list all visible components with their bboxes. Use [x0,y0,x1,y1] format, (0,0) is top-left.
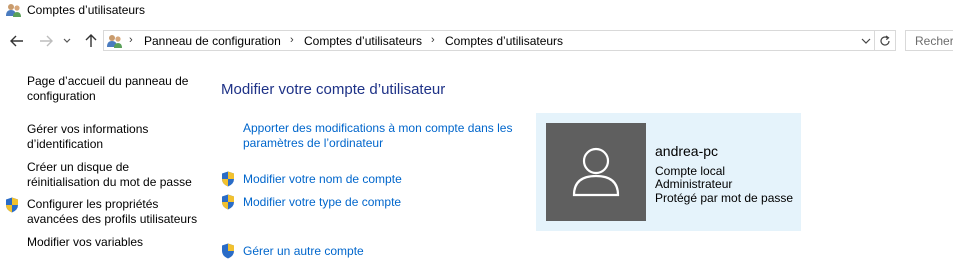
uac-shield-icon [221,194,235,210]
task-link-change-account-type[interactable]: Modifier votre type de compte [243,195,401,210]
sidebar-link-password-reset-disk[interactable]: Créer un disque de réinitialisation du m… [27,160,192,190]
window-title: Comptes d’utilisateurs [27,3,146,17]
sidebar-link-advanced-profiles[interactable]: Configurer les propriétés avancées des p… [27,197,197,227]
sidebar-link-line: Créer un disque de [27,160,130,174]
search-input[interactable]: Recher [905,30,953,51]
account-type: Compte local [655,164,726,178]
breadcrumb-user-accounts[interactable]: Comptes d’utilisateurs [304,34,422,48]
avatar [546,123,646,221]
sidebar-link-environment-variables[interactable]: Modifier vos variables [27,235,143,250]
page-title: Modifier votre compte d’utilisateur [221,81,446,98]
account-card: andrea-pc Compte local Administrateur Pr… [536,113,801,231]
sidebar-link-control-panel-home[interactable]: Page d’accueil du panneau de configurati… [27,74,188,104]
task-link-line: Apporter des modifications à mon compte … [243,121,513,135]
sidebar-link-line: Modifier vos variables [27,235,144,249]
breadcrumb-separator[interactable]: › [290,34,294,46]
user-icon [571,145,621,200]
control-panel-icon [107,33,123,49]
account-role: Administrateur [655,177,733,191]
uac-shield-icon [221,171,235,187]
sidebar-link-line: avancées des profils utilisateurs [27,212,198,226]
search-placeholder: Recher [915,34,953,48]
arrow-right-icon[interactable] [37,31,55,51]
title-bar: Comptes d’utilisateurs [0,0,953,22]
breadcrumb-separator[interactable]: › [129,34,133,46]
sidebar-link-manage-credentials[interactable]: Gérer vos informations d’identification [27,122,148,152]
task-link-line: paramètres de l’ordinateur [243,136,384,150]
users-icon [6,2,22,18]
sidebar-link-line: configuration [27,89,96,103]
sidebar-link-line: réinitialisation du mot de passe [27,175,192,189]
sidebar-link-line: Configurer les propriétés [27,197,159,211]
sidebar-link-line: d’identification [27,137,104,151]
navigation-bar: › Panneau de configuration › Comptes d’u… [0,28,953,54]
account-protection: Protégé par mot de passe [655,191,794,205]
breadcrumb-user-accounts-current[interactable]: Comptes d’utilisateurs [445,34,563,48]
address-bar[interactable]: › Panneau de configuration › Comptes d’u… [103,30,896,51]
breadcrumb-separator[interactable]: › [431,34,435,46]
chevron-down-icon[interactable] [61,31,73,51]
task-link-change-account-name[interactable]: Modifier votre nom de compte [243,172,402,187]
uac-shield-icon [5,197,19,213]
arrow-left-icon[interactable] [8,31,26,51]
account-name: andrea-pc [655,143,719,159]
address-dropdown-icon[interactable] [859,32,873,50]
sidebar-link-line: Gérer vos informations [27,122,149,136]
uac-shield-icon [221,243,235,259]
task-link-manage-another-account[interactable]: Gérer un autre compte [243,244,364,259]
refresh-icon[interactable] [874,31,895,50]
breadcrumb-control-panel[interactable]: Panneau de configuration [144,34,281,48]
sidebar-link-line: Page d’accueil du panneau de [27,74,189,88]
task-link-pc-settings[interactable]: Apporter des modifications à mon compte … [243,121,512,151]
arrow-up-icon[interactable] [82,31,100,51]
